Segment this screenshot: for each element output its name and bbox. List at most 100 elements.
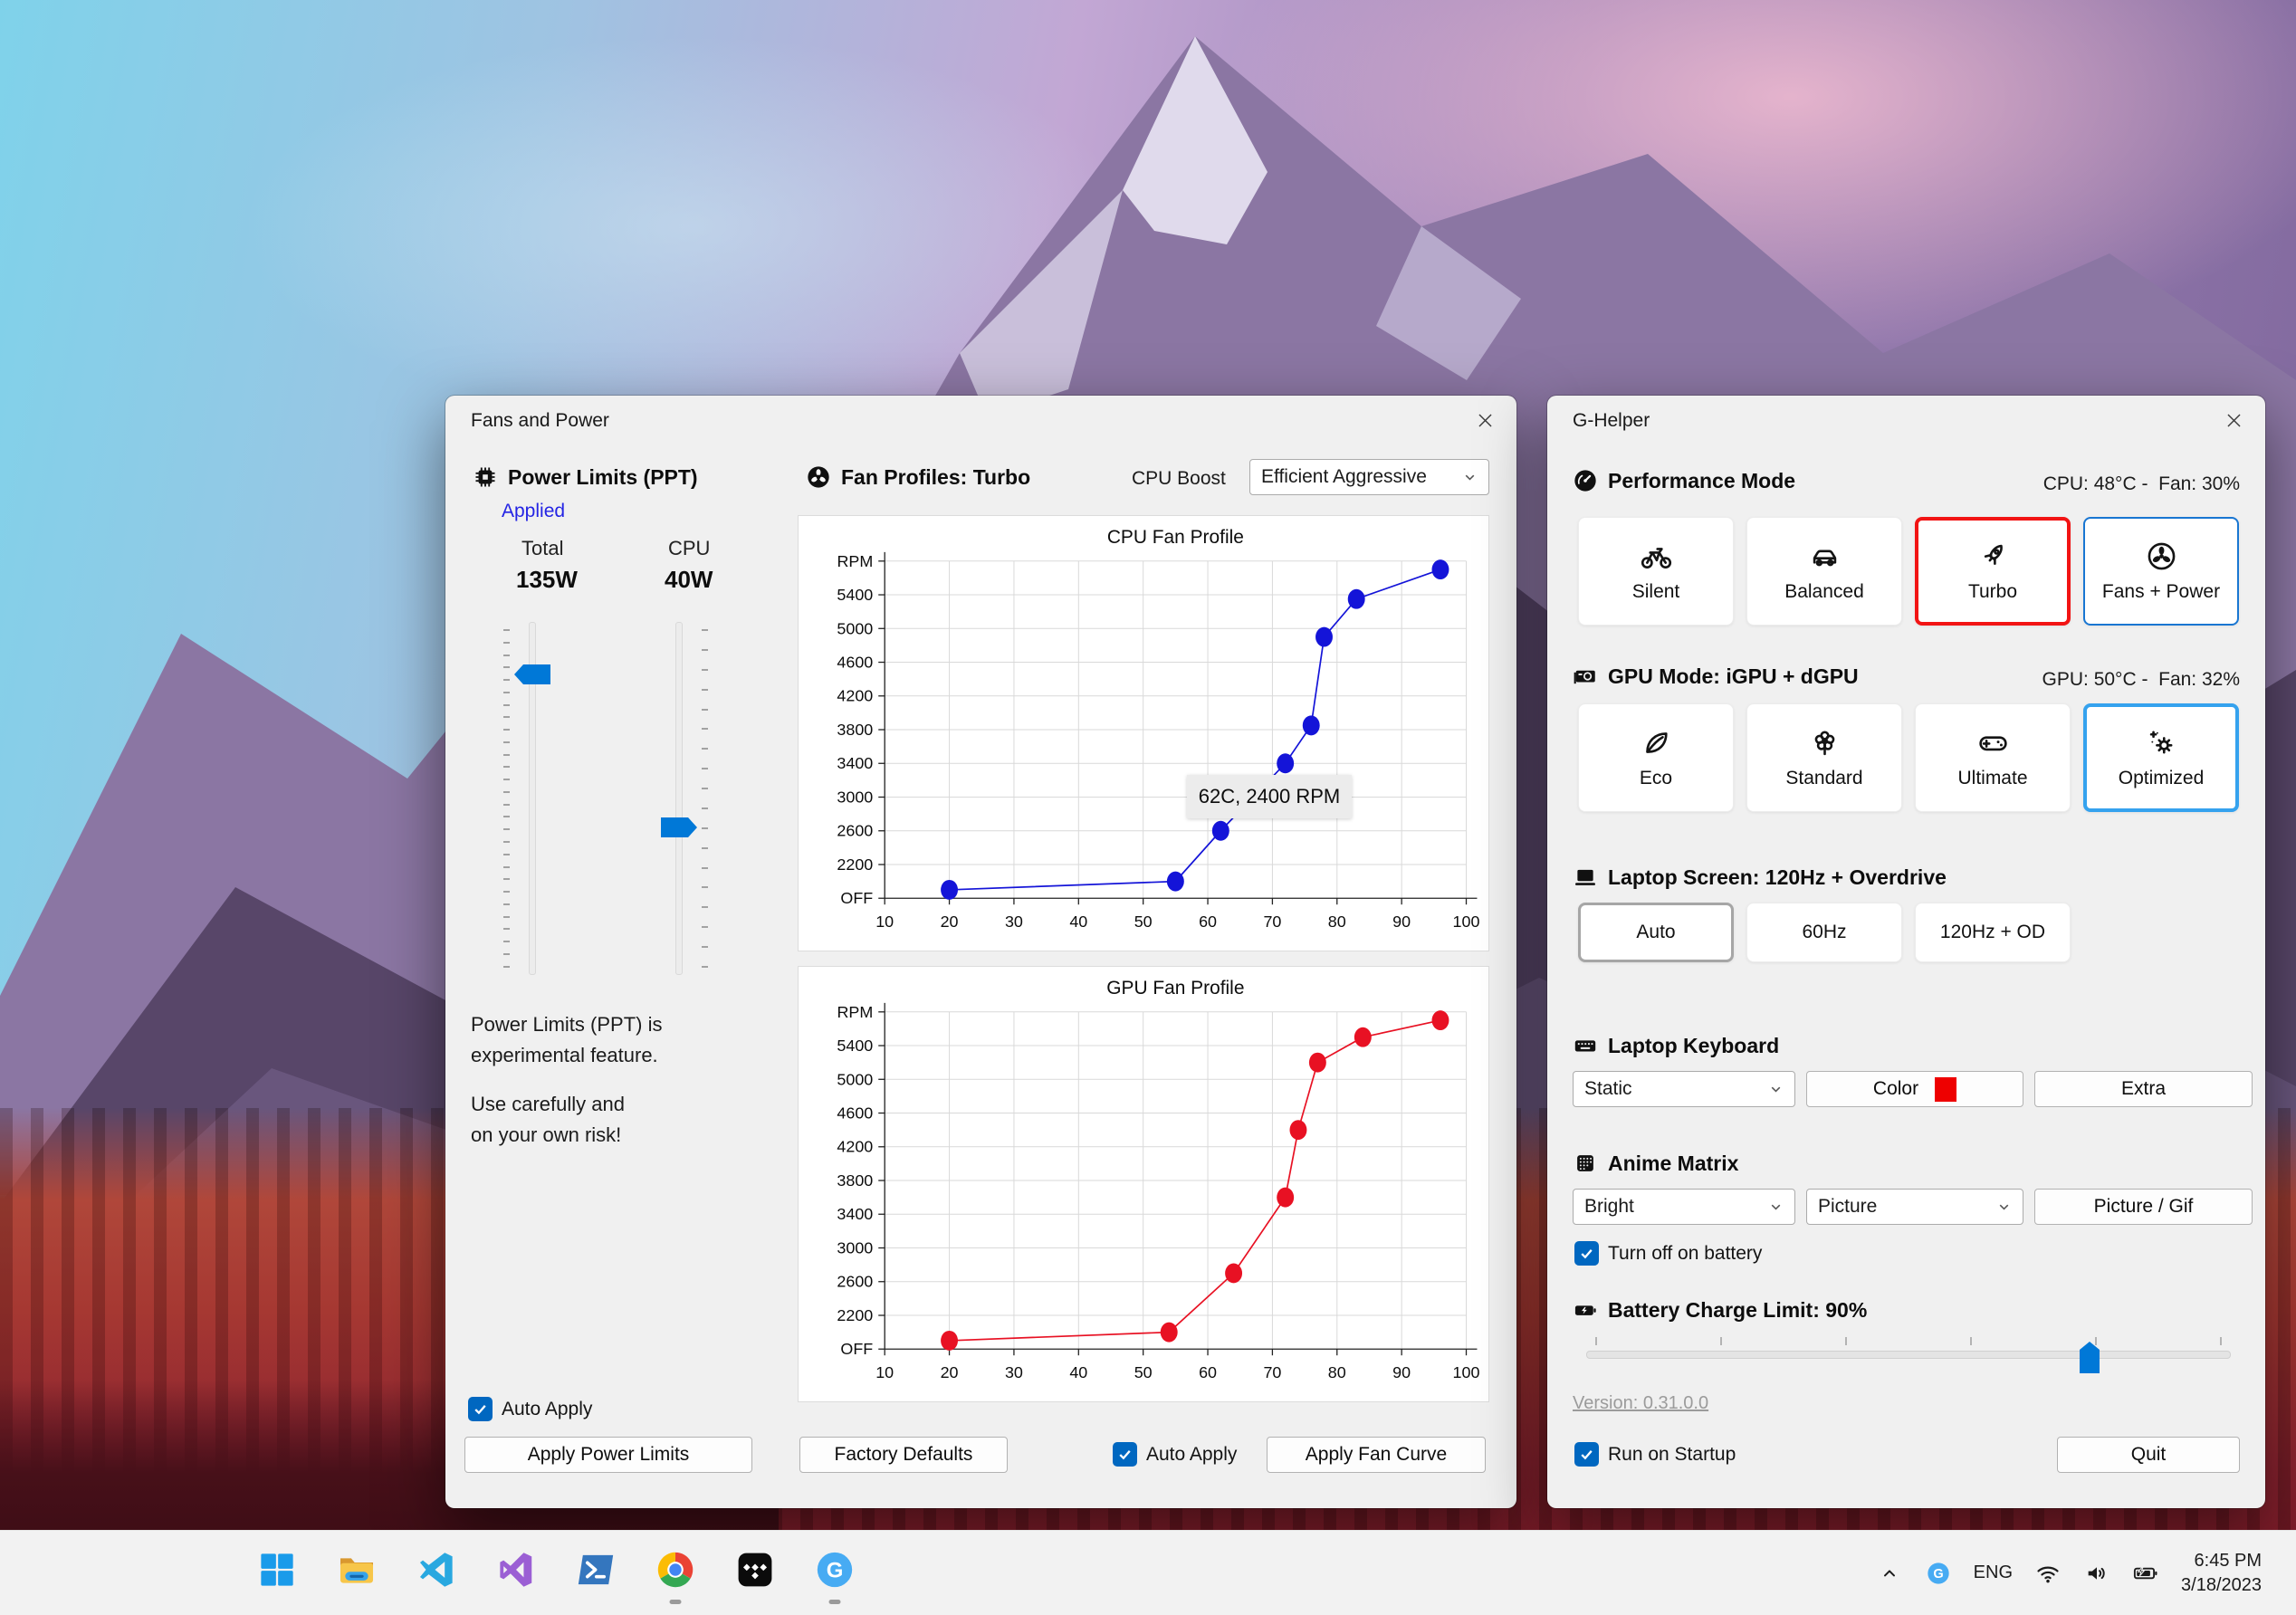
turn-off-on-battery-checkbox[interactable]: Turn off on battery xyxy=(1574,1241,1762,1266)
svg-text:2600: 2600 xyxy=(837,822,873,840)
checkbox-checked-icon xyxy=(1574,1241,1599,1266)
bicycle-icon xyxy=(1640,540,1673,573)
perf-mode-turbo-button[interactable]: Turbo xyxy=(1915,517,2071,626)
svg-text:GPU Fan Profile: GPU Fan Profile xyxy=(1106,978,1244,999)
cpu-fan-chart: CPU Fan Profile 10 20 30 40 50 60 70 80 90 100 OFF 2… xyxy=(837,527,1480,931)
svg-text:90: 90 xyxy=(1392,913,1411,931)
laptop-screen-heading: Laptop Screen: 120Hz + Overdrive xyxy=(1573,865,1947,890)
svg-text:100: 100 xyxy=(1453,913,1480,931)
svg-text:20: 20 xyxy=(941,913,959,931)
battery-charging-icon[interactable] xyxy=(2132,1560,2159,1587)
taskbar-file-explorer-icon[interactable] xyxy=(332,1545,381,1594)
performance-mode-buttons: Silent Balanced Turbo Fans + Power xyxy=(1578,517,2239,626)
taskbar-visual-studio-icon[interactable] xyxy=(492,1545,541,1594)
svg-text:2200: 2200 xyxy=(837,855,873,874)
slider-handle[interactable] xyxy=(2080,1342,2100,1373)
slider-handle[interactable] xyxy=(661,817,697,838)
chevron-down-icon xyxy=(1771,1086,1781,1093)
power-limits-heading: Power Limits (PPT) xyxy=(473,464,698,490)
tray-chevron-up-icon[interactable] xyxy=(1876,1560,1903,1587)
apply-power-limits-button[interactable]: Apply Power Limits xyxy=(464,1437,752,1473)
perf-mode-fans-power-button[interactable]: Fans + Power xyxy=(2083,517,2239,626)
screen-mode-120hz-od-button[interactable]: 120Hz + OD xyxy=(1915,903,2071,962)
anime-mode-select[interactable]: Picture xyxy=(1806,1189,2023,1225)
svg-text:3000: 3000 xyxy=(837,788,873,806)
auto-apply-power-checkbox[interactable]: Auto Apply xyxy=(468,1397,592,1421)
gpu-mode-ultimate-button[interactable]: Ultimate xyxy=(1915,703,2071,812)
total-power-slider[interactable] xyxy=(500,622,565,975)
anime-brightness-select[interactable]: Bright xyxy=(1573,1189,1795,1225)
keyboard-extra-button[interactable]: Extra xyxy=(2034,1071,2253,1107)
taskbar-start-icon[interactable] xyxy=(253,1545,301,1594)
gpu-mode-heading: GPU Mode: iGPU + dGPU xyxy=(1573,664,1859,689)
tray-clock[interactable]: 6:45 PM 3/18/2023 xyxy=(2181,1549,2262,1598)
chevron-down-icon xyxy=(1465,474,1475,481)
checkbox-checked-icon xyxy=(1113,1442,1137,1467)
cpu-fan-chart-panel[interactable]: CPU Fan Profile 10 20 30 40 50 60 70 80 90 100 OFF 2… xyxy=(798,515,1489,951)
svg-text:RPM: RPM xyxy=(837,1003,873,1021)
battery-charge-limit-slider[interactable] xyxy=(1586,1337,2231,1379)
gpu-mode-optimized-button[interactable]: Optimized xyxy=(2083,703,2239,812)
gamepad-icon xyxy=(1976,726,2010,760)
taskbar-ghelper-icon[interactable]: G xyxy=(810,1545,859,1604)
total-label: Total xyxy=(521,537,564,559)
cpu-power-slider[interactable] xyxy=(646,622,712,975)
experimental-note: Power Limits (PPT) is experimental featu… xyxy=(471,1013,663,1066)
svg-text:OFF: OFF xyxy=(840,889,873,907)
factory-defaults-button[interactable]: Factory Defaults xyxy=(799,1437,1008,1473)
screen-mode-60hz-button[interactable]: 60Hz xyxy=(1746,903,1902,962)
slider-handle[interactable] xyxy=(514,664,550,684)
auto-apply-fan-checkbox[interactable]: Auto Apply xyxy=(1113,1442,1237,1467)
taskbar-vscode-icon[interactable] xyxy=(412,1545,461,1594)
apply-fan-curve-button[interactable]: Apply Fan Curve xyxy=(1267,1437,1486,1473)
svg-text:3400: 3400 xyxy=(837,1205,873,1223)
close-icon[interactable] xyxy=(2224,410,2243,430)
screen-icon xyxy=(1575,869,1595,885)
cpu-boost-label: CPU Boost xyxy=(1132,468,1226,489)
version-link[interactable]: Version: 0.31.0.0 xyxy=(1573,1393,1708,1414)
taskbar-powershell-icon[interactable] xyxy=(571,1545,620,1594)
svg-text:RPM: RPM xyxy=(837,552,873,570)
perf-mode-balanced-button[interactable]: Balanced xyxy=(1746,517,1902,626)
svg-text:5400: 5400 xyxy=(837,586,873,604)
taskbar: G G ENG 6:45 PM 3/18/2023 xyxy=(0,1530,2296,1615)
gpu-mode-eco-button[interactable]: Eco xyxy=(1578,703,1734,812)
ghelper-window: G-Helper Performance Mode CPU: 48°C - Fa… xyxy=(1547,396,2265,1508)
svg-text:3000: 3000 xyxy=(837,1238,873,1257)
keyboard-mode-select[interactable]: Static xyxy=(1573,1071,1795,1107)
tray-ghelper-icon[interactable]: G xyxy=(1925,1560,1952,1587)
run-on-startup-checkbox[interactable]: Run on Startup xyxy=(1574,1442,1736,1467)
svg-text:80: 80 xyxy=(1328,1363,1346,1381)
gauge-icon xyxy=(1574,470,1596,492)
cpu-boost-select[interactable]: Efficient Aggressive xyxy=(1249,459,1489,495)
battery-charge-limit-heading: Battery Charge Limit: 90% xyxy=(1573,1297,1867,1323)
svg-text:5400: 5400 xyxy=(837,1037,873,1055)
tray-language[interactable]: ENG xyxy=(1974,1562,2013,1583)
fan-profiles-heading: Fan Profiles: Turbo xyxy=(806,464,1030,490)
wifi-icon[interactable] xyxy=(2034,1560,2062,1587)
close-icon[interactable] xyxy=(1475,410,1495,430)
quit-button[interactable]: Quit xyxy=(2057,1437,2240,1473)
fans-and-power-window: Fans and Power Power Limits (PPT) Applie… xyxy=(445,396,1516,1508)
car-icon xyxy=(1808,540,1842,573)
gpu-fan-chart-panel[interactable]: GPU Fan Profile 10 20 30 40 50 60 70 80 90 100 OFF 2… xyxy=(798,966,1489,1402)
volume-icon[interactable] xyxy=(2083,1560,2110,1587)
gpu-temp-fan-status: GPU: 50°C - Fan: 32% xyxy=(2042,669,2240,690)
running-indicator xyxy=(828,1600,841,1604)
taskbar-chrome-icon[interactable] xyxy=(651,1545,700,1604)
svg-text:30: 30 xyxy=(1005,913,1023,931)
gpu-mode-standard-button[interactable]: Standard xyxy=(1746,703,1902,812)
keyboard-color-button[interactable]: Color xyxy=(1806,1071,2023,1107)
perf-mode-silent-button[interactable]: Silent xyxy=(1578,517,1734,626)
tray-date: 3/18/2023 xyxy=(2181,1574,2262,1595)
system-tray: G ENG 6:45 PM 3/18/2023 xyxy=(1876,1531,2262,1615)
screen-mode-auto-button[interactable]: Auto xyxy=(1578,903,1734,962)
svg-text:OFF: OFF xyxy=(840,1340,873,1358)
slider-ticks xyxy=(1595,1337,2222,1345)
svg-text:30: 30 xyxy=(1005,1363,1023,1381)
anime-picture-gif-button[interactable]: Picture / Gif xyxy=(2034,1189,2253,1225)
applied-status-link[interactable]: Applied xyxy=(502,501,565,522)
svg-text:4600: 4600 xyxy=(837,654,873,672)
svg-text:70: 70 xyxy=(1263,913,1281,931)
taskbar-tidal-icon[interactable] xyxy=(731,1545,780,1594)
